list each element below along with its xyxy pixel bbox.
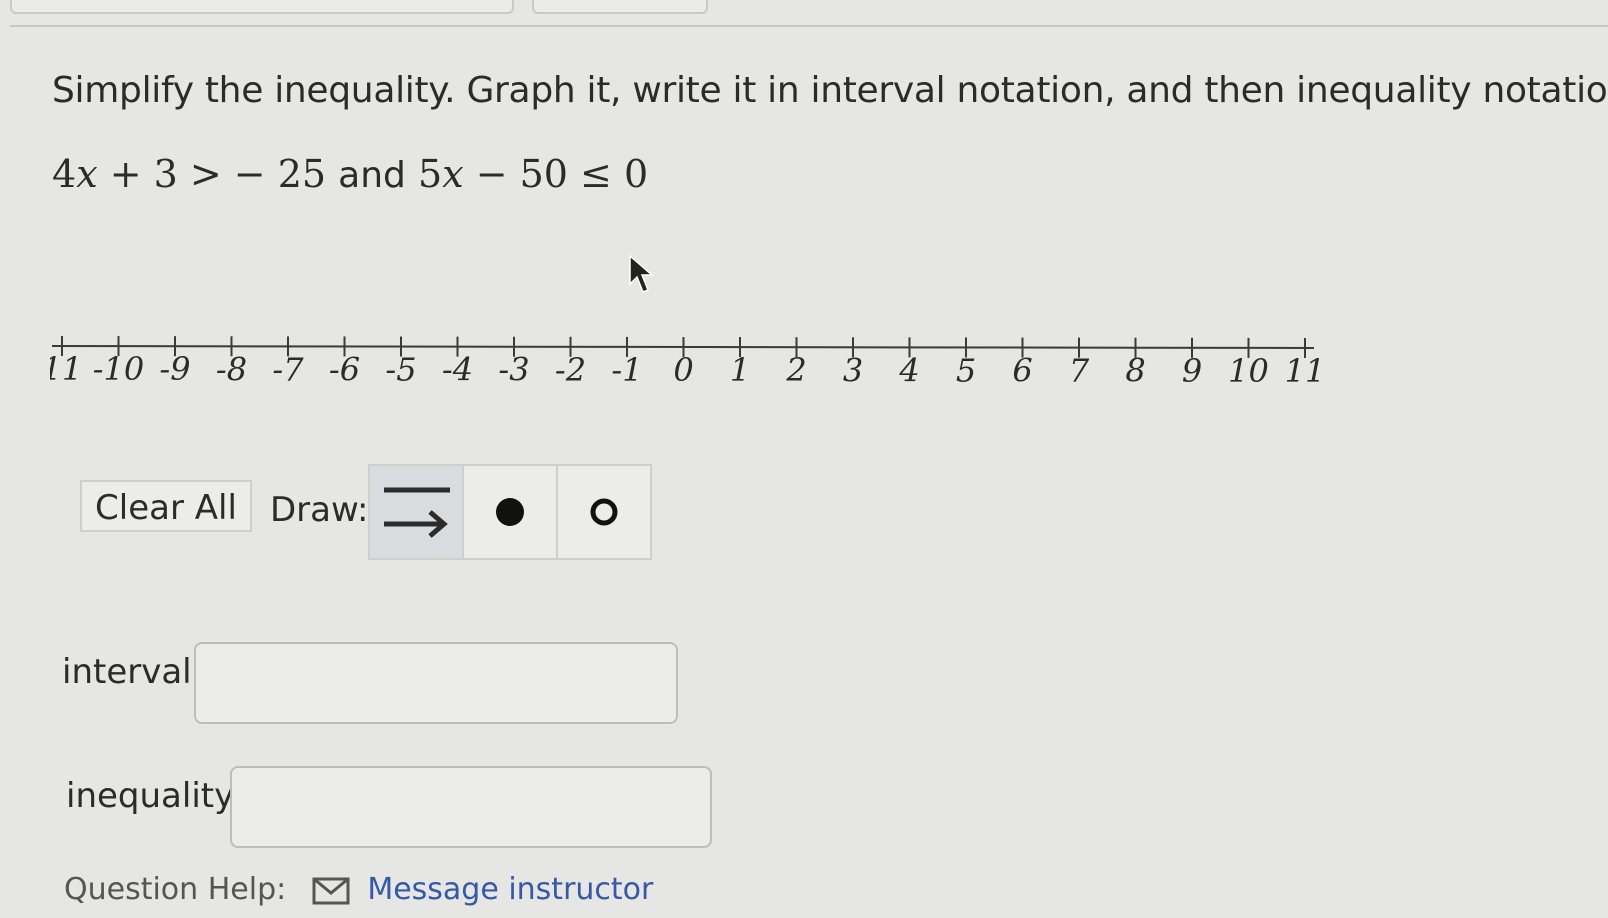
number-line-tick-label: 3: [843, 351, 863, 389]
interval-label: interval: [62, 652, 192, 692]
number-line-tick-label: -1: [611, 351, 642, 389]
ray-tool-button[interactable]: [368, 464, 464, 560]
number-line-tick-label: 5: [956, 351, 976, 389]
open-circle-icon: [590, 498, 618, 526]
filled-circle-icon: [496, 498, 524, 526]
number-line-tick-label: -4: [442, 351, 473, 389]
expression-rest-2: − 50 ≤ 0: [463, 152, 649, 196]
number-line-tick-label: 4: [898, 351, 919, 389]
open-dot-tool-button[interactable]: [556, 464, 652, 560]
number-line-tick-label: 9: [1182, 352, 1202, 390]
inequality-input[interactable]: [230, 766, 712, 848]
expression-coef-2: 5: [418, 152, 443, 196]
number-line-tick-label: 7: [1069, 352, 1090, 390]
number-line-tick-label: 0: [673, 351, 693, 389]
arrow-ray-icon: [384, 487, 450, 538]
question-help-label: Question Help:: [64, 872, 287, 907]
expression-connector: and: [338, 155, 406, 196]
number-line[interactable]: 11-10-9-8-7-6-5-4-3-2-101234567891011: [50, 330, 1350, 410]
top-tab-right[interactable]: [532, 0, 708, 14]
inequality-label: inequality: [66, 776, 235, 816]
question-instructions: Simplify the inequality. Graph it, write…: [52, 70, 1608, 111]
question-help: Question Help: Message instructor: [64, 872, 653, 907]
number-line-tick-label: 2: [785, 351, 806, 389]
interval-input[interactable]: [194, 642, 678, 724]
number-line-tick-label: -10: [93, 350, 145, 388]
number-line-tick-label: 1: [730, 351, 750, 389]
number-line-tick-label: 10: [1228, 352, 1269, 390]
mouse-cursor-icon: [629, 254, 655, 293]
number-line-tick-label: 8: [1125, 352, 1145, 390]
number-line-tick-label: -2: [555, 351, 586, 389]
expression-coef-1: 4: [52, 152, 77, 196]
clear-all-button[interactable]: Clear All: [80, 480, 252, 532]
number-line-tick-label: 6: [1012, 352, 1032, 390]
mail-icon[interactable]: [312, 877, 350, 905]
number-line-tick-label: -5: [385, 351, 416, 389]
expression-rest-1: + 3 > − 25: [97, 152, 327, 196]
expression-variable-2: x: [442, 152, 464, 196]
number-line-tick-label: -9: [159, 350, 190, 388]
closed-dot-tool-button[interactable]: [462, 464, 558, 560]
number-line-tick-label: -3: [498, 351, 529, 389]
number-line-tick-label: -7: [272, 350, 304, 388]
top-tab-left[interactable]: [10, 0, 514, 14]
number-line-tick-label: 11: [1285, 352, 1326, 390]
draw-label: Draw:: [270, 490, 369, 530]
divider: [10, 25, 1608, 27]
number-line-tick-label: 11: [50, 350, 82, 388]
inequality-expression: 4x + 3 > − 25 and 5x − 50 ≤ 0: [52, 152, 648, 196]
expression-variable-1: x: [76, 152, 98, 196]
message-instructor-link[interactable]: Message instructor: [367, 872, 653, 907]
number-line-tick-label: -6: [329, 350, 360, 388]
number-line-tick-label: -8: [216, 350, 247, 388]
